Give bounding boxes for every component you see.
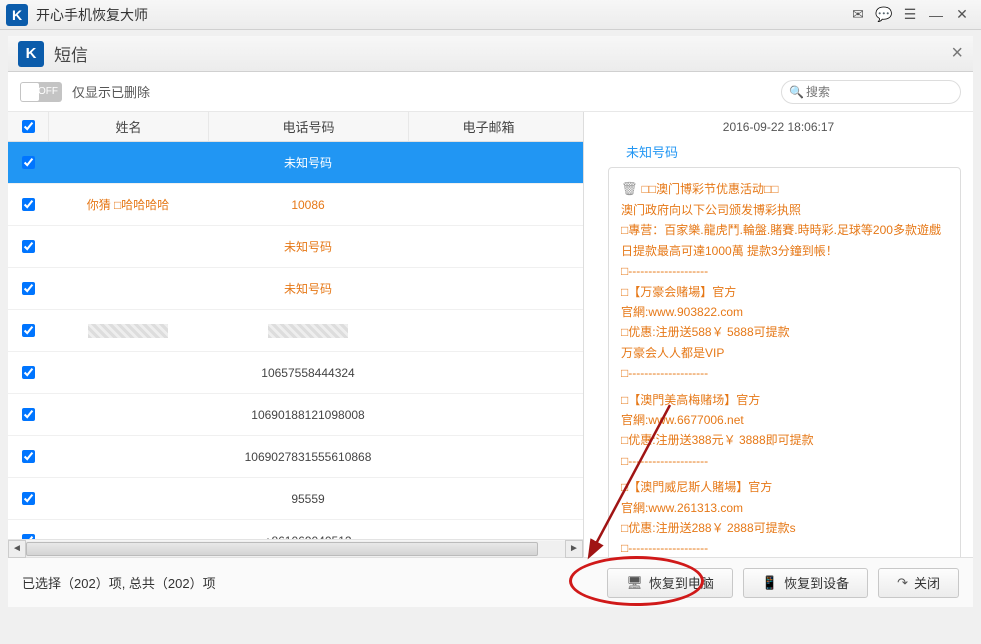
cell-name: [48, 324, 208, 338]
deleted-only-toggle[interactable]: OFF: [20, 82, 62, 102]
search-icon: 🔍: [789, 85, 804, 99]
scroll-left-icon[interactable]: ◄: [8, 540, 26, 558]
table-row[interactable]: 未知号码: [8, 142, 583, 184]
msg-block: □□澳门博彩节优惠活动□□ 澳门政府向以下公司颁发博彩执照 □專营：百家樂.龍虎…: [621, 182, 941, 278]
table-row[interactable]: 10657558444324: [8, 352, 583, 394]
exit-icon: ↷: [897, 575, 908, 591]
app-logo-icon: K: [6, 4, 28, 26]
msg-block: □【澳門美高梅赌场】官方 官網:www.6677006.net □优惠:注册送3…: [621, 390, 948, 472]
cell-phone: 10086: [208, 198, 408, 212]
trash-icon: 🗑: [621, 181, 638, 196]
row-checkbox[interactable]: [22, 408, 35, 421]
col-email[interactable]: 电子邮箱: [408, 112, 568, 141]
device-icon: 📱: [762, 575, 778, 591]
row-checkbox[interactable]: [22, 198, 35, 211]
msg-block: □【万豪会赌場】官方 官網:www.903822.com □优惠:注册送588￥…: [621, 282, 948, 384]
row-checkbox[interactable]: [22, 366, 35, 379]
cell-phone: 未知号码: [208, 280, 408, 297]
panel-close-icon[interactable]: ×: [951, 42, 963, 65]
feedback-icon[interactable]: ☰: [897, 4, 923, 26]
col-name[interactable]: 姓名: [48, 112, 208, 141]
row-checkbox[interactable]: [22, 324, 35, 337]
scroll-right-icon[interactable]: ►: [565, 540, 583, 558]
table-row[interactable]: 95559: [8, 478, 583, 520]
cell-phone: [208, 324, 408, 338]
panel-logo-icon: K: [18, 41, 44, 67]
search-input[interactable]: [781, 80, 961, 104]
cell-phone: 10690188121098008: [208, 408, 408, 422]
recover-to-pc-label: 恢复到电脑: [649, 573, 714, 592]
close-button[interactable]: ↷ 关闭: [878, 568, 959, 598]
message-list-pane: 姓名 电话号码 电子邮箱 未知号码你猜 □哈哈哈哈10086未知号码未知号码10…: [8, 112, 584, 557]
cell-phone: 10690278315556108​68: [208, 450, 408, 464]
message-bubble: 🗑□□澳门博彩节优惠活动□□ 澳门政府向以下公司颁发博彩执照 □專营：百家樂.龍…: [608, 167, 961, 557]
deleted-only-label: 仅显示已删除: [72, 82, 150, 101]
message-sender: 未知号码: [626, 142, 961, 161]
row-checkbox[interactable]: [22, 156, 35, 169]
scroll-thumb[interactable]: [26, 542, 538, 556]
footer-bar: 已选择（202）项, 总共（202）项 🖥 恢复到电脑 📱 恢复到设备 ↷ 关闭: [8, 557, 973, 607]
message-preview-pane: 2016-09-22 18:06:17 未知号码 🗑□□澳门博彩节优惠活动□□ …: [584, 112, 973, 557]
table-row[interactable]: 你猜 □哈哈哈哈10086: [8, 184, 583, 226]
recover-to-device-label: 恢复到设备: [784, 573, 849, 592]
recover-to-device-button[interactable]: 📱 恢复到设备: [743, 568, 868, 598]
message-timestamp: 2016-09-22 18:06:17: [596, 120, 961, 134]
table-row[interactable]: 10690278315556108​68: [8, 436, 583, 478]
row-checkbox[interactable]: [22, 240, 35, 253]
table-body: 未知号码你猜 □哈哈哈哈10086未知号码未知号码106575584443241…: [8, 142, 583, 539]
msg-block: □【澳門威尼斯人賭場】官方 官網:www.261313.com □优惠:注册送2…: [621, 477, 948, 557]
close-label: 关闭: [914, 573, 940, 592]
row-checkbox[interactable]: [22, 450, 35, 463]
pc-icon: 🖥: [626, 575, 643, 591]
filter-bar: OFF 仅显示已删除 🔍: [8, 72, 973, 112]
table-row[interactable]: +861069040512: [8, 520, 583, 539]
panel-header: K 短信 ×: [8, 36, 973, 72]
wechat-icon[interactable]: ✉: [845, 4, 871, 26]
minimize-icon[interactable]: —: [923, 4, 949, 26]
select-all-checkbox[interactable]: [22, 120, 35, 133]
panel-title: 短信: [54, 41, 951, 66]
selection-status: 已选择（202）项, 总共（202）项: [22, 573, 597, 592]
titlebar: K 开心手机恢复大师 ✉ 💬 ☰ — ✕: [0, 0, 981, 30]
cell-phone: 95559: [208, 492, 408, 506]
table-header: 姓名 电话号码 电子邮箱: [8, 112, 583, 142]
col-phone[interactable]: 电话号码: [208, 112, 408, 141]
row-checkbox[interactable]: [22, 492, 35, 505]
row-checkbox[interactable]: [22, 282, 35, 295]
cell-phone: 10657558444324: [208, 366, 408, 380]
horizontal-scrollbar[interactable]: ◄ ►: [8, 539, 583, 557]
cell-phone: 未知号码: [208, 238, 408, 255]
recover-to-pc-button[interactable]: 🖥 恢复到电脑: [607, 568, 733, 598]
cell-name: 你猜 □哈哈哈哈: [48, 196, 208, 213]
table-row[interactable]: [8, 310, 583, 352]
table-row[interactable]: 10690188121098008: [8, 394, 583, 436]
table-row[interactable]: 未知号码: [8, 226, 583, 268]
cell-phone: 未知号码: [208, 154, 408, 171]
chat-icon[interactable]: 💬: [871, 4, 897, 26]
app-title: 开心手机恢复大师: [36, 5, 845, 25]
close-icon[interactable]: ✕: [949, 4, 975, 26]
table-row[interactable]: 未知号码: [8, 268, 583, 310]
